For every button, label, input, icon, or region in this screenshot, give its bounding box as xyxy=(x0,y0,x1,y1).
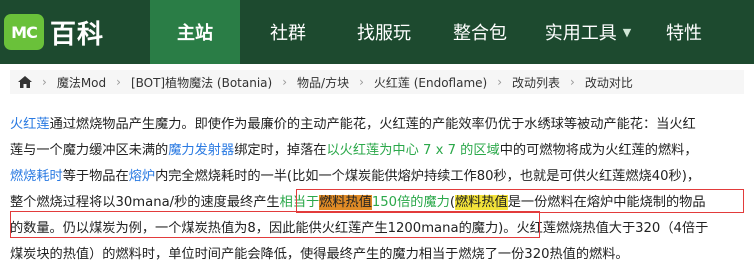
nav-item-servers[interactable]: 找服玩 xyxy=(336,0,432,64)
text: 整个燃烧过程将以30mana/秒的速度最终产生 xyxy=(10,195,280,210)
text: 中的可燃物将成为火红莲的燃料， xyxy=(499,143,698,158)
nav-label: 实用工具 xyxy=(544,23,617,44)
site-logo[interactable]: MC 百科 xyxy=(0,14,150,51)
text: 火红莲燃烧热值大于320（4倍于 xyxy=(516,221,709,236)
link-endoflame[interactable]: 火红莲 xyxy=(10,117,50,132)
breadcrumb-item[interactable]: 火红莲 (Endoflame) xyxy=(374,74,487,91)
text: 绑定时，掉落在 xyxy=(234,143,327,158)
nav-item-main[interactable]: 主站 xyxy=(150,0,240,64)
nav-label: 社群 xyxy=(270,23,306,44)
paragraph-line: 煤炭块的热值）的燃料时，单位时间产能会降低，使得最终产生的魔力相当于燃烧了一份3… xyxy=(10,242,746,268)
nav-item-features[interactable]: 特性 xyxy=(648,0,720,64)
nav-label: 整合包 xyxy=(453,23,507,44)
breadcrumb-item[interactable]: [BOT]植物魔法 (Botania) xyxy=(131,74,272,91)
top-navigation: MC 百科 主站 社群 找服玩 整合包 实用工具 ▼ 特性 xyxy=(0,0,754,64)
home-icon[interactable] xyxy=(18,76,32,88)
nav-item-modpacks[interactable]: 整合包 xyxy=(432,0,528,64)
paragraph-line: 燃烧耗时等于物品在熔炉内完全燃烧耗时的一半(比如一个煤炭能供熔炉持续工作80秒，… xyxy=(10,164,746,190)
green-emphasis: 以火红莲为中心 7 x 7 的区域 xyxy=(326,143,500,158)
annotation-box xyxy=(296,189,744,213)
text: 内完全燃烧耗时的一半(比如一个煤炭能供熔炉持续工作80秒，也就是可供火红莲燃烧4… xyxy=(155,169,701,184)
breadcrumb-separator: › xyxy=(42,75,47,89)
breadcrumb-item-current: 改动对比 xyxy=(584,75,633,90)
annotation-box xyxy=(10,211,540,238)
breadcrumb-separator: › xyxy=(570,75,575,89)
chevron-down-icon: ▼ xyxy=(622,25,632,39)
nav-item-tools[interactable]: 实用工具 ▼ xyxy=(528,0,648,64)
breadcrumb-item[interactable]: 魔法Mod xyxy=(57,74,106,91)
text: 等于物品在 xyxy=(62,169,129,184)
breadcrumb-separator: › xyxy=(359,75,364,89)
nav-label: 特性 xyxy=(666,23,702,44)
breadcrumb-item[interactable]: 物品/方块 xyxy=(297,74,349,91)
nav-item-community[interactable]: 社群 xyxy=(240,0,336,64)
link-mana-spreader[interactable]: 魔力发射器 xyxy=(168,143,234,158)
text: 通过燃烧物品产生魔力。即使作为最廉价的主动产能花，火红莲的产能效率仍优于水绣球等… xyxy=(49,117,696,132)
link-burn-time[interactable]: 燃烧耗时 xyxy=(10,169,63,184)
nav-label: 主站 xyxy=(177,23,213,44)
logo-text: 百科 xyxy=(50,19,105,50)
nav-label: 找服玩 xyxy=(357,23,411,44)
breadcrumb-separator: › xyxy=(116,75,121,89)
paragraph-line: 莲与一个魔力缓冲区未满的魔力发射器绑定时，掉落在以火红莲为中心 7 x 7 的区… xyxy=(10,138,746,164)
text: 煤炭块的热值）的燃料时，单位时间产能会降低，使得最终产生的魔力相当于燃烧了一份3… xyxy=(10,247,629,262)
paragraph-line: 火红莲通过燃烧物品产生魔力。即使作为最廉价的主动产能花，火红莲的产能效率仍优于水… xyxy=(10,112,746,138)
logo-badge: MC xyxy=(4,14,44,50)
breadcrumb: › 魔法Mod › [BOT]植物魔法 (Botania) › 物品/方块 › … xyxy=(10,70,744,94)
link-furnace[interactable]: 熔炉 xyxy=(129,169,155,184)
breadcrumb-separator: › xyxy=(497,75,503,89)
breadcrumb-item[interactable]: 改动列表 xyxy=(512,74,560,91)
breadcrumb-separator: › xyxy=(282,75,288,89)
text: 莲与一个魔力缓冲区未满的 xyxy=(10,143,169,158)
